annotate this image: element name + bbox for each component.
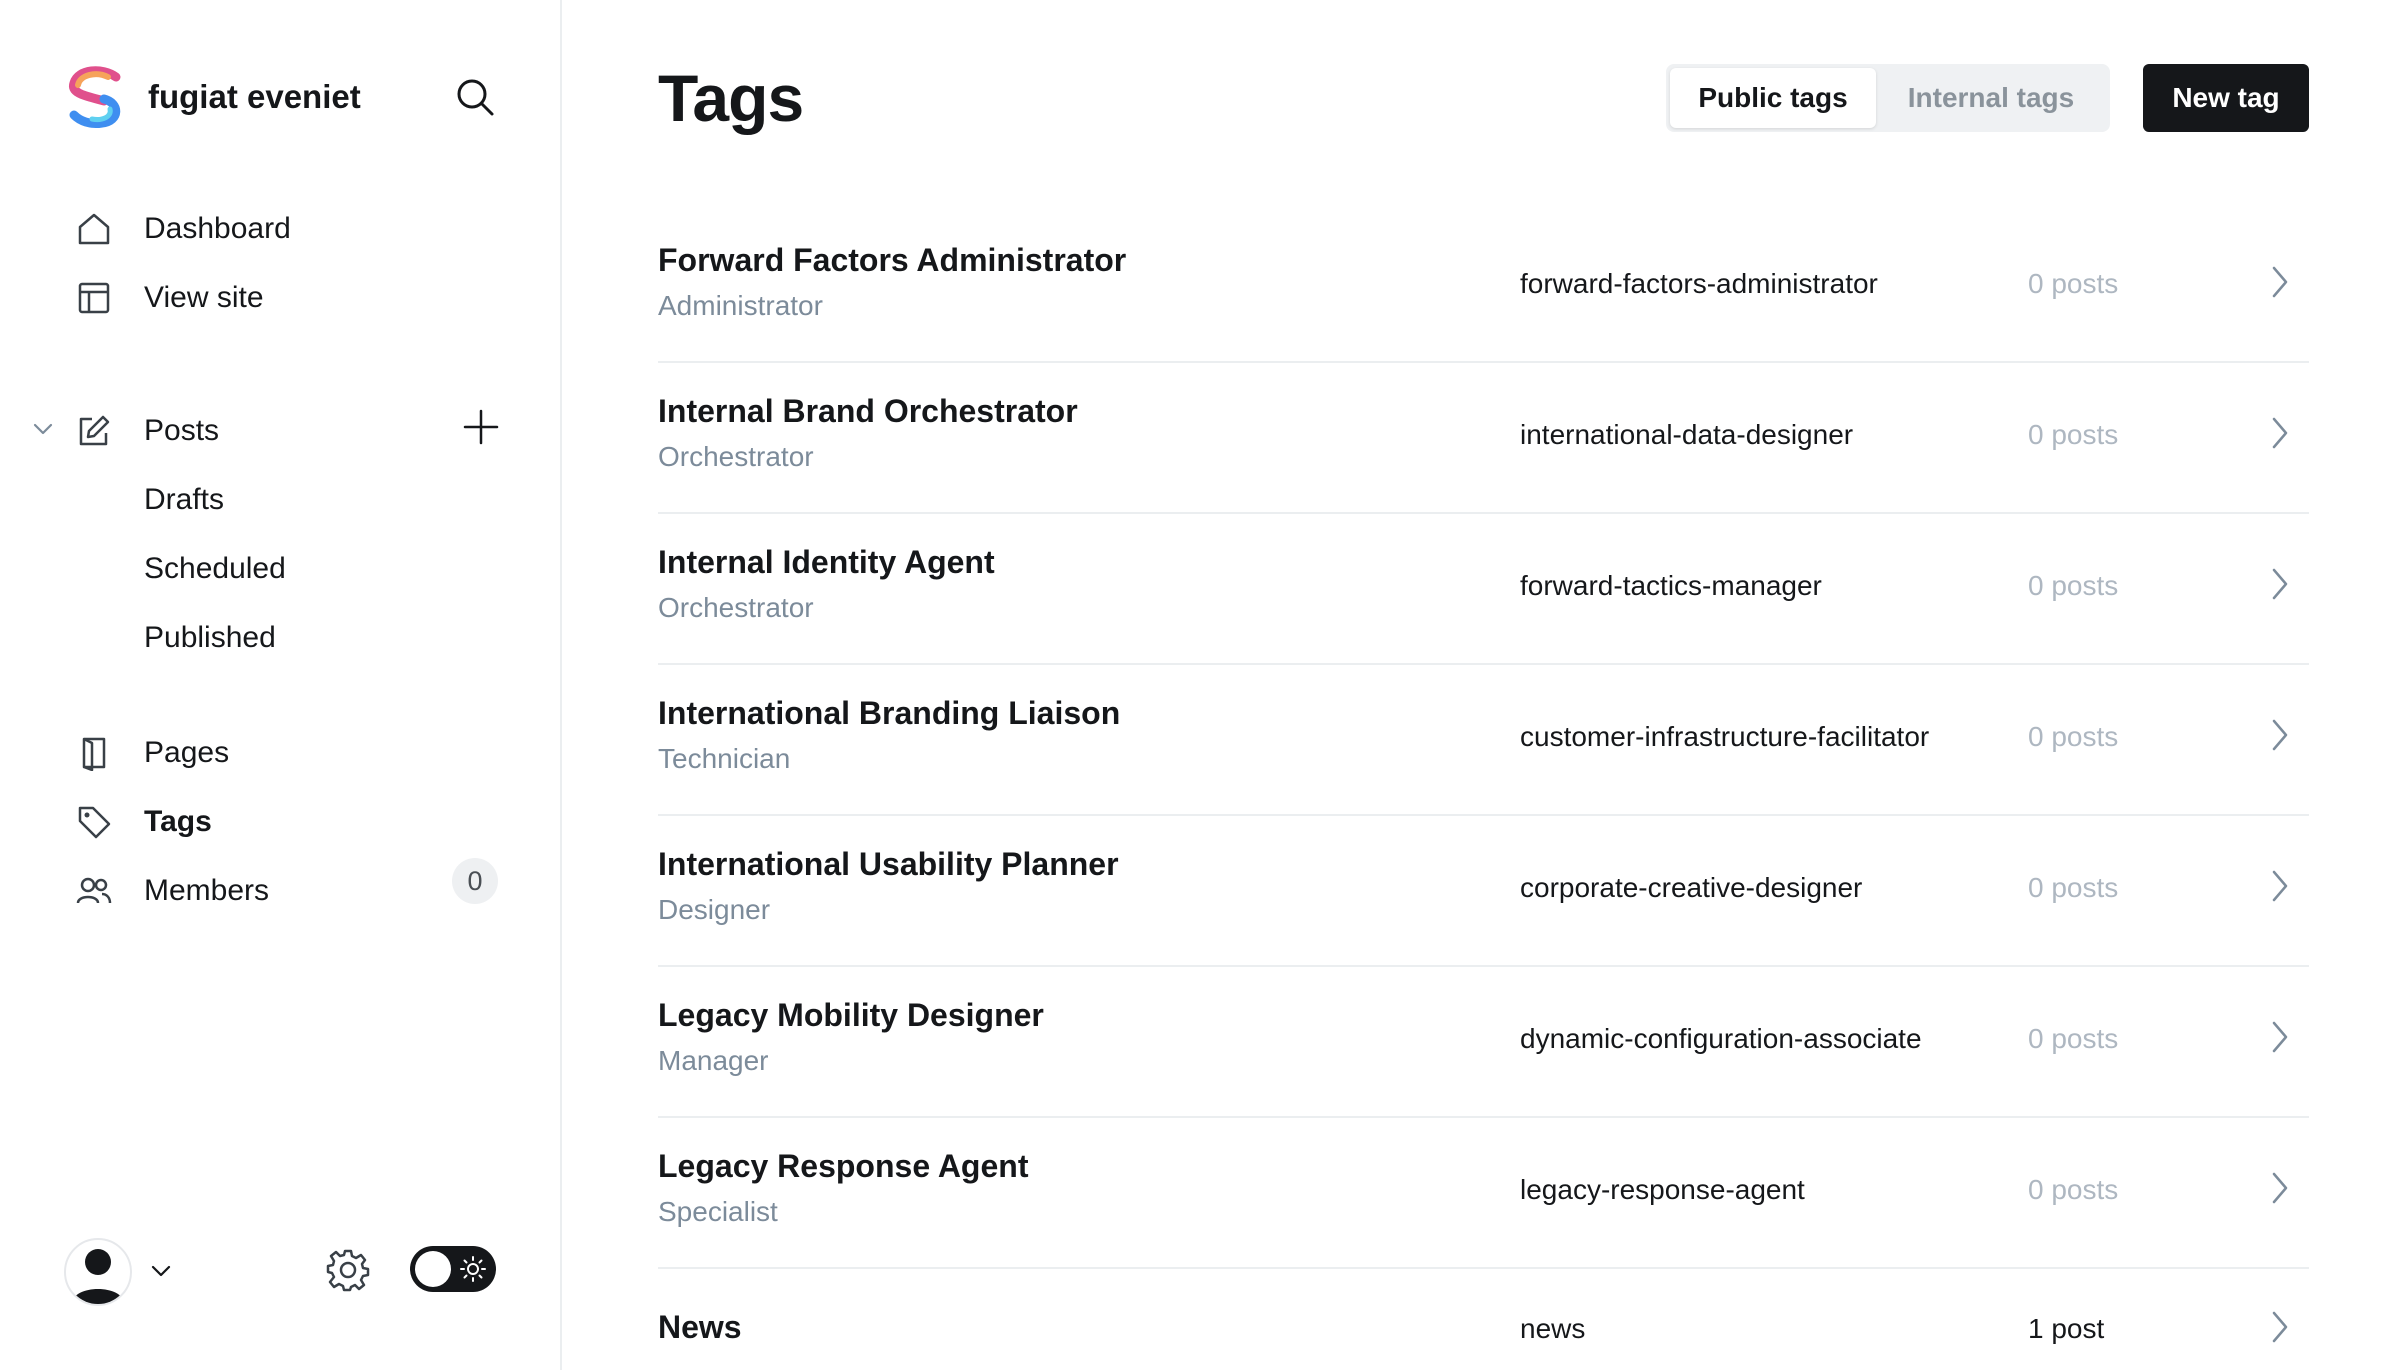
sidebar-item-label: Dashboard — [144, 212, 291, 245]
tag-description: Designer — [658, 894, 771, 925]
tag-name: Legacy Mobility Designer — [658, 997, 1044, 1033]
sidebar-item-dashboard[interactable]: Dashboard — [72, 204, 291, 254]
new-post-button[interactable] — [458, 404, 504, 450]
site-name: fugiat eveniet — [148, 78, 361, 115]
search-icon — [457, 79, 494, 116]
site-logo-icon — [69, 66, 121, 128]
sidebar-item-label: Members — [144, 874, 270, 907]
page-icon — [72, 731, 116, 775]
theme-toggle[interactable] — [410, 1246, 496, 1292]
tag-description: Orchestrator — [658, 441, 814, 472]
chevron-right-icon — [2260, 866, 2300, 906]
tag-post-count: 1 post — [2028, 1313, 2105, 1344]
sidebar-item-view-site[interactable]: View site — [72, 273, 264, 323]
posts-collapse-toggle[interactable] — [28, 414, 58, 444]
tag-row[interactable]: International Branding Liaison Technicia… — [658, 665, 2309, 816]
sidebar-item-tags[interactable]: Tags — [72, 797, 212, 847]
sidebar-item-pages[interactable]: Pages — [72, 728, 229, 778]
tag-row[interactable]: Internal Brand Orchestrator Orchestrator… — [658, 363, 2309, 514]
chevron-right-icon — [2260, 1168, 2300, 1208]
chevron-right-icon — [2260, 564, 2300, 604]
chevron-right-icon — [2260, 262, 2300, 302]
tag-slug: forward-factors-administrator — [1520, 268, 1878, 299]
settings-button[interactable] — [324, 1246, 372, 1294]
tag-row[interactable]: International Usability Planner Designer… — [658, 816, 2309, 967]
tag-name: Legacy Response Agent — [658, 1148, 1029, 1184]
user-avatar[interactable] — [64, 1238, 132, 1306]
new-tag-button[interactable]: New tag — [2143, 64, 2309, 132]
tag-post-count: 0 posts — [2028, 268, 2119, 299]
tag-type-filter: Public tags Internal tags — [1666, 64, 2110, 132]
admin-app: fugiat eveniet Dashboard View site Posts… — [0, 0, 2400, 1370]
search-button[interactable] — [452, 74, 498, 120]
members-icon — [72, 869, 116, 913]
tag-slug: corporate-creative-designer — [1520, 872, 1863, 903]
chevron-right-icon — [2260, 1017, 2300, 1057]
tag-description: Specialist — [658, 1196, 778, 1227]
tag-slug: international-data-designer — [1520, 419, 1854, 450]
tag-name: International Branding Liaison — [658, 695, 1121, 731]
sidebar-item-label: Pages — [144, 736, 230, 769]
main-content: Tags Public tags Internal tags New tag F… — [564, 0, 2400, 1370]
tag-post-count: 0 posts — [2028, 872, 2119, 903]
tag-row[interactable]: Forward Factors Administrator Administra… — [658, 212, 2309, 363]
avatar-icon — [72, 1249, 124, 1304]
tag-name: International Usability Planner — [658, 846, 1119, 882]
plus-icon — [463, 409, 499, 445]
chevron-right-icon — [2260, 413, 2300, 453]
tag-description: Manager — [658, 1045, 769, 1076]
tag-post-count: 0 posts — [2028, 1174, 2119, 1205]
theme-toggle-knob — [415, 1251, 451, 1287]
tab-public-tags[interactable]: Public tags — [1670, 68, 1876, 128]
tag-name: Internal Brand Orchestrator — [658, 393, 1078, 429]
tag-row[interactable]: Legacy Mobility Designer Manager dynamic… — [658, 967, 2309, 1118]
tag-slug: legacy-response-agent — [1520, 1174, 1805, 1205]
sidebar-item-members[interactable]: Members — [72, 866, 269, 916]
members-count-badge: 0 — [452, 858, 498, 904]
tag-post-count: 0 posts — [2028, 419, 2119, 450]
tag-post-count: 0 posts — [2028, 721, 2119, 752]
tag-description: Administrator — [658, 290, 823, 321]
edit-icon — [72, 409, 116, 453]
tag-post-count: 0 posts — [2028, 570, 2119, 601]
page-title: Tags — [658, 61, 804, 135]
sidebar-subitem-drafts[interactable]: Drafts — [144, 475, 224, 525]
tag-description: Orchestrator — [658, 592, 814, 623]
chevron-down-icon — [151, 1265, 171, 1277]
gear-icon — [326, 1249, 370, 1292]
tag-name: Forward Factors Administrator — [658, 242, 1127, 278]
tag-row[interactable]: Legacy Response Agent Specialist legacy-… — [658, 1118, 2309, 1269]
chevron-right-icon — [2260, 715, 2300, 755]
sidebar-item-label: View site — [144, 281, 264, 314]
tag-row[interactable]: News news 1 post — [658, 1269, 2309, 1370]
tab-internal-tags[interactable]: Internal tags — [1876, 68, 2106, 128]
home-icon — [72, 207, 116, 251]
tag-name: Internal Identity Agent — [658, 544, 995, 580]
tag-slug: dynamic-configuration-associate — [1520, 1023, 1922, 1054]
sun-icon — [460, 1256, 486, 1282]
sidebar-item-label: Posts — [144, 414, 220, 447]
user-menu-toggle[interactable] — [146, 1256, 176, 1286]
sidebar-item-posts[interactable]: Posts — [72, 406, 219, 456]
tag-name: News — [658, 1309, 742, 1345]
layout-icon — [72, 276, 116, 320]
chevron-down-icon — [33, 423, 53, 435]
tag-slug: forward-tactics-manager — [1520, 570, 1822, 601]
tag-icon — [72, 800, 116, 844]
tag-slug: news — [1520, 1313, 1586, 1344]
tag-post-count: 0 posts — [2028, 1023, 2119, 1054]
sidebar-subitem-published[interactable]: Published — [144, 613, 276, 663]
sidebar-subitem-scheduled[interactable]: Scheduled — [144, 544, 286, 594]
tag-slug: customer-infrastructure-facilitator — [1520, 721, 1930, 752]
tag-row[interactable]: Internal Identity Agent Orchestrator for… — [658, 514, 2309, 665]
tag-description: Technician — [658, 743, 791, 774]
brand[interactable]: fugiat eveniet — [62, 62, 361, 132]
tag-list: Forward Factors Administrator Administra… — [658, 212, 2309, 1370]
sidebar: fugiat eveniet Dashboard View site Posts… — [0, 0, 562, 1370]
sidebar-item-label: Tags — [144, 805, 212, 838]
chevron-right-icon — [2260, 1307, 2300, 1347]
